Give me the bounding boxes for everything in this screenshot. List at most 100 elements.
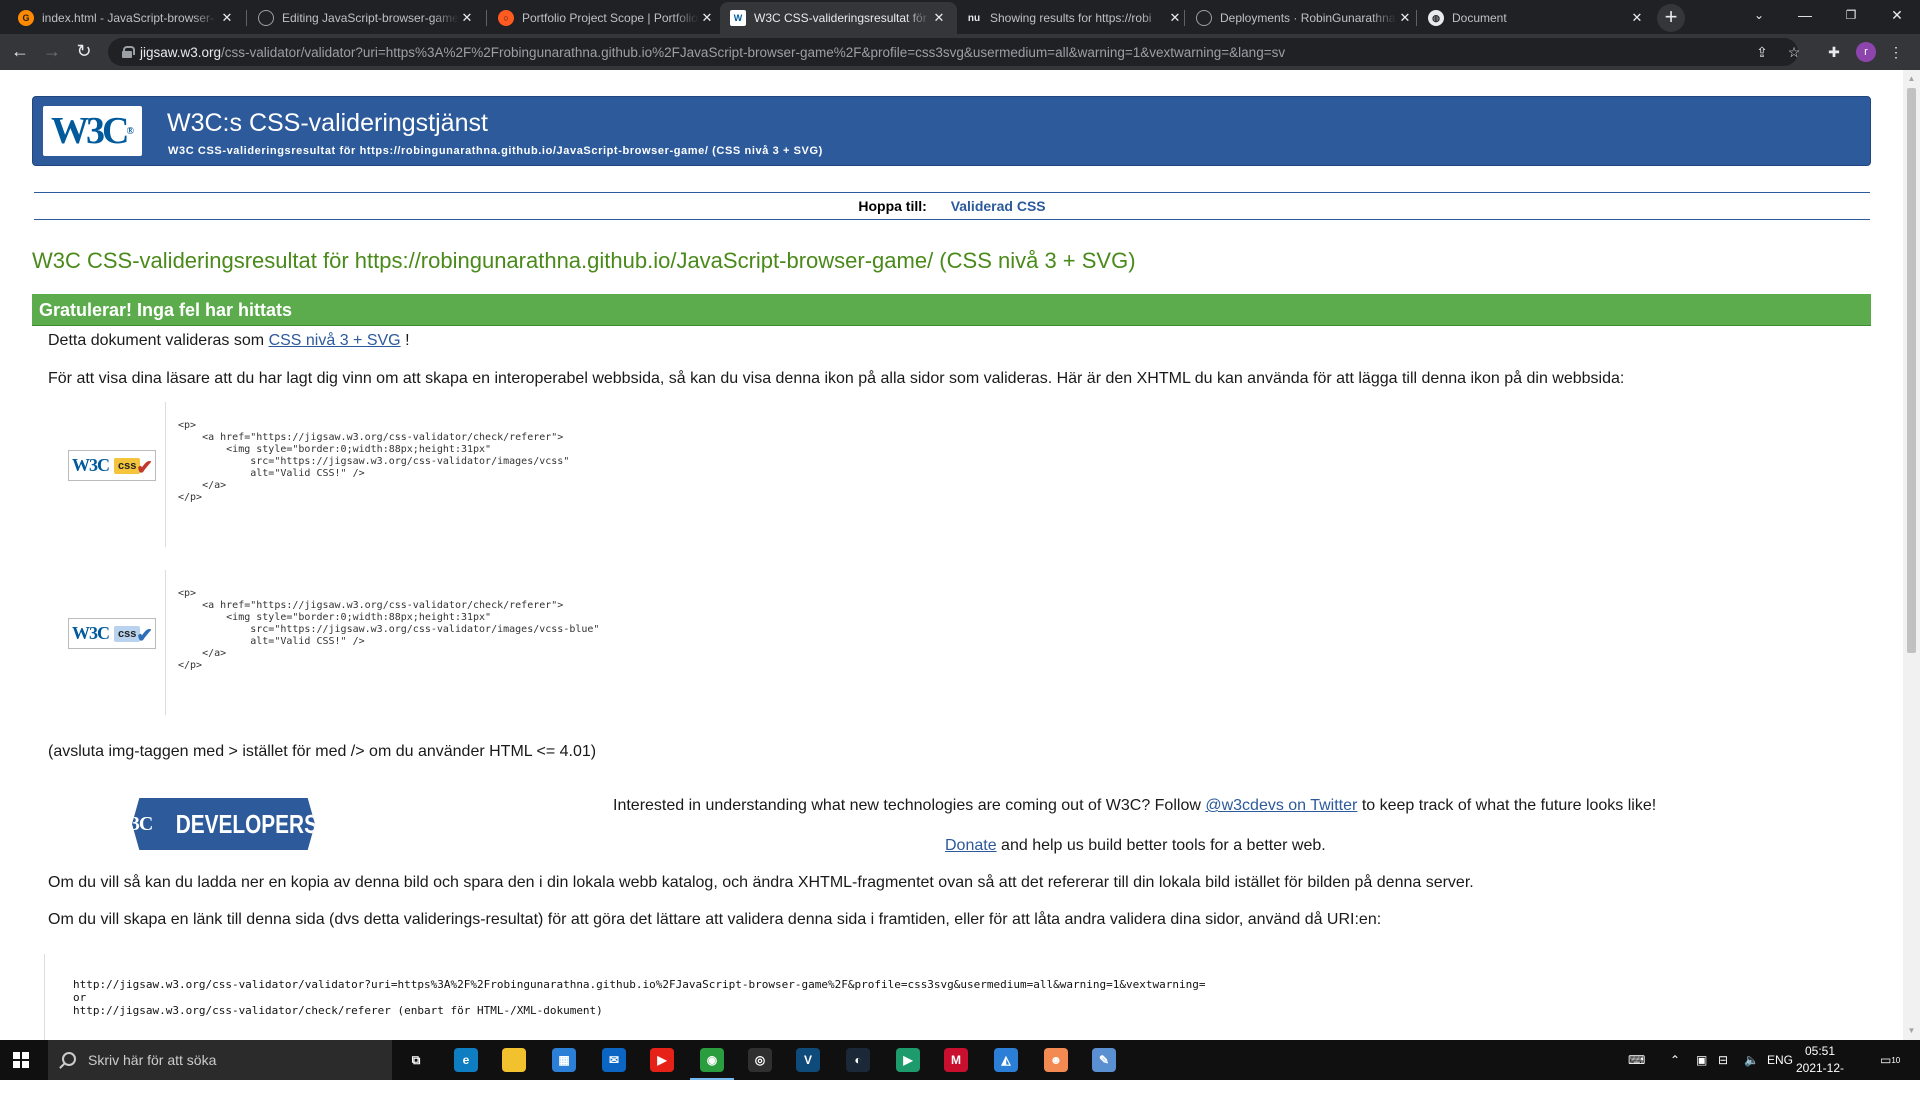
banner-title: W3C:s CSS-valideringstjänst (167, 109, 488, 137)
donate-link[interactable]: Donate (945, 837, 997, 854)
file-explorer-icon[interactable] (502, 1048, 526, 1072)
tab-search-icon[interactable]: ⌄ (1736, 0, 1782, 32)
forward-button[interactable]: → (40, 40, 64, 64)
developers-promo-text: Interested in understanding what new tec… (613, 797, 1656, 815)
scroll-up-arrow-icon[interactable]: ▲ (1903, 72, 1920, 86)
new-tab-button[interactable]: + (1657, 4, 1685, 32)
uri-text: http://jigsaw.w3.org/css-validator/valid… (73, 978, 1206, 1017)
uri-box: http://jigsaw.w3.org/css-validator/valid… (44, 954, 1874, 1040)
tab-title: Editing JavaScript-browser-game (282, 11, 459, 25)
pycharm-icon[interactable]: ▶ (896, 1048, 920, 1072)
link-note: Om du vill skapa en länk till denna sida… (48, 911, 1382, 928)
tab-deployments[interactable]: Deployments · RobinGunarathna ✕ (1186, 2, 1423, 34)
obs-icon[interactable]: ◎ (748, 1048, 772, 1072)
search-icon (62, 1052, 76, 1066)
nu-validator-icon: nu (967, 12, 981, 24)
globe-icon: ◍ (1428, 10, 1444, 26)
mail-icon[interactable]: ✉ (602, 1048, 626, 1072)
paint-icon[interactable]: ✎ (1092, 1048, 1116, 1072)
vegas-icon[interactable]: V (796, 1048, 820, 1072)
store-icon[interactable]: ▦ (552, 1048, 576, 1072)
w3c-developers-logo[interactable]: W3C DEVELOPERS (132, 798, 315, 850)
restore-button[interactable]: ❐ (1828, 0, 1874, 32)
tab-portfolio-scope[interactable]: ○ Portfolio Project Scope | Portfolio ✕ (488, 2, 725, 34)
windows-start-icon[interactable] (13, 1052, 29, 1068)
scrollbar-thumb[interactable] (1907, 88, 1916, 653)
close-tab-icon[interactable]: ✕ (219, 10, 235, 26)
language-indicator[interactable]: ENG (1767, 1040, 1793, 1080)
youtube-icon[interactable]: ▶ (650, 1048, 674, 1072)
mcafee-icon[interactable]: M (944, 1048, 968, 1072)
close-tab-icon[interactable]: ✕ (699, 10, 715, 26)
scroll-down-arrow-icon[interactable]: ▼ (1903, 1024, 1920, 1038)
extensions-icon[interactable]: ✚ (1824, 42, 1844, 62)
minimize-button[interactable]: — (1782, 0, 1828, 32)
validator-page: W3C ® W3C:s CSS-valideringstjänst W3C CSS… (0, 70, 1903, 1040)
valid-css-badge-gold[interactable]: W3C css ✔ (68, 450, 156, 481)
download-note: Om du vill så kan du ladda ner en kopia … (48, 874, 1474, 891)
badge-w3c-text: W3C (72, 455, 110, 475)
tab-title: index.html - JavaScript-browser- (42, 11, 215, 25)
keyboard-icon[interactable]: ⌨ (1628, 1040, 1645, 1080)
github-icon (258, 10, 274, 26)
css-profile-link[interactable]: CSS nivå 3 + SVG (269, 332, 401, 349)
success-bar: Gratulerar! Inga fel har hittats (32, 294, 1871, 326)
discord-icon[interactable]: ☻ (1044, 1048, 1068, 1072)
chrome-icon[interactable]: ◉ (690, 1048, 734, 1080)
tab-github-edit[interactable]: Editing JavaScript-browser-game ✕ (248, 2, 485, 34)
close-tab-icon[interactable]: ✕ (459, 10, 475, 26)
volume-icon[interactable]: 🔈 (1744, 1040, 1759, 1080)
w3c-logo-text: W3C (51, 110, 129, 152)
tab-nu-validator[interactable]: nu Showing results for https://robi ✕ (956, 2, 1193, 34)
meet-icon[interactable]: ▣ (1696, 1040, 1707, 1080)
back-button[interactable]: ← (8, 40, 32, 64)
header-banner: W3C ® W3C:s CSS-valideringstjänst W3C CSS… (32, 96, 1871, 166)
validated-prefix: Detta dokument valideras som (48, 332, 265, 349)
dev-logo-w3c: W3C (110, 812, 153, 835)
close-tab-icon[interactable]: ✕ (1397, 10, 1413, 26)
page-scrollbar[interactable]: ▲ ▼ (1903, 70, 1920, 1040)
w3c-icon: W (730, 10, 746, 26)
tab-title: Document (1452, 11, 1507, 25)
valid-css-badge-blue[interactable]: W3C css ✔ (68, 618, 156, 649)
checkmark-icon: ✔ (136, 625, 153, 647)
validated-css-link[interactable]: Validerad CSS (951, 198, 1046, 214)
checkmark-icon: ✔ (136, 457, 153, 479)
address-bar[interactable]: jigsaw.w3.org/css-validator/validator?ur… (108, 38, 1798, 66)
badge-gold-row: W3C css ✔ <p> <a href="https://jigsaw.w3… (48, 402, 1248, 547)
tab-title: W3C CSS-valideringsresultat för (754, 11, 927, 25)
w3c-logo[interactable]: W3C ® (43, 106, 142, 156)
notification-count: 10 (1891, 1055, 1901, 1065)
network-icon[interactable]: ⊟ (1718, 1040, 1728, 1080)
tab-w3c-validator[interactable]: W W3C CSS-valideringsresultat för ✕ (720, 2, 957, 34)
taskbar-search[interactable]: Skriv här för att söka (48, 1040, 392, 1080)
menu-icon[interactable]: ⋮ (1886, 42, 1906, 62)
close-window-button[interactable]: ✕ (1874, 0, 1920, 32)
gitpod-icon: G (18, 10, 34, 26)
bookmark-star-icon[interactable]: ☆ (1784, 42, 1804, 62)
close-tab-icon[interactable]: ✕ (1167, 10, 1183, 26)
banner-subtitle: W3C CSS-valideringsresultat för https://… (168, 145, 823, 157)
clock[interactable]: 05:51 2021-12-22 (1792, 1043, 1848, 1094)
close-tab-icon[interactable]: ✕ (1629, 10, 1645, 26)
task-view-icon[interactable]: ⧉ (404, 1048, 428, 1072)
donate-text: Donate and help us build better tools fo… (945, 837, 1326, 855)
badge-blue-row: W3C css ✔ <p> <a href="https://jigsaw.w3… (48, 570, 1248, 715)
w3cdevs-twitter-link[interactable]: @w3cdevs on Twitter (1205, 797, 1357, 814)
browser-tab-strip: G index.html - JavaScript-browser- ✕ Edi… (0, 0, 1920, 34)
share-icon[interactable]: ⇪ (1752, 42, 1772, 62)
tray-chevron-icon[interactable]: ⌃ (1670, 1040, 1680, 1080)
profile-avatar[interactable]: r (1856, 42, 1876, 62)
notifications-icon[interactable]: ▭ 10 (1880, 1040, 1900, 1080)
validated-suffix: ! (405, 332, 410, 349)
photos-icon[interactable]: ◭ (994, 1048, 1018, 1072)
result-title: W3C CSS-valideringsresultat för https://… (32, 248, 1136, 273)
close-tab-icon[interactable]: ✕ (931, 10, 947, 26)
tab-gitpod[interactable]: G index.html - JavaScript-browser- ✕ (8, 2, 245, 34)
clock-date: 2021-12-22 (1795, 1061, 1845, 1092)
reload-button[interactable]: ↻ (72, 40, 96, 64)
edge-icon[interactable]: e (454, 1048, 478, 1072)
tab-document[interactable]: ◍ Document ✕ (1418, 2, 1655, 34)
steam-icon[interactable]: ◐ (846, 1048, 870, 1072)
badge-gold-code: <p> <a href="https://jigsaw.w3.org/css-v… (178, 420, 570, 503)
